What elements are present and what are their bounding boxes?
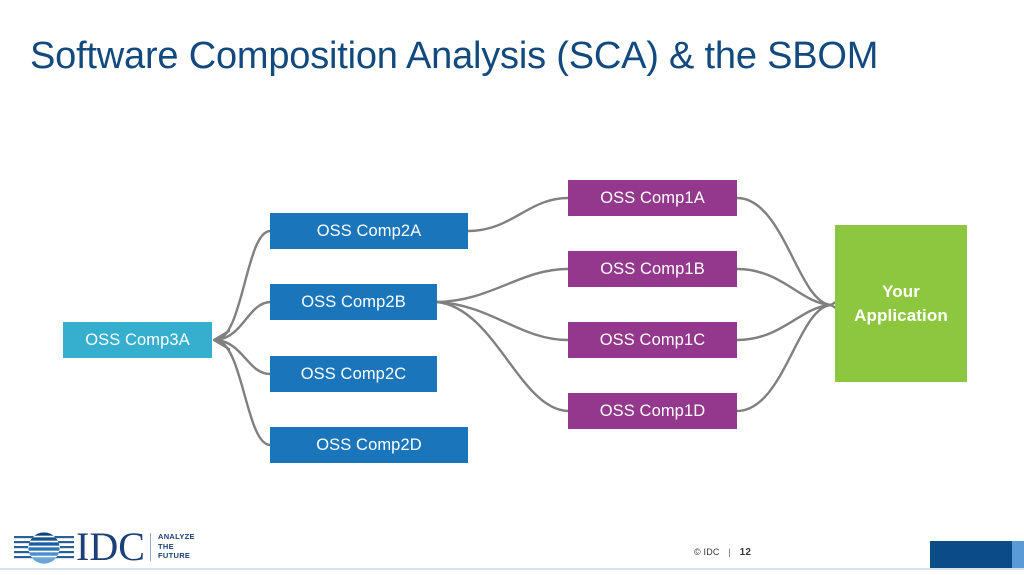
node-oss-comp3a[interactable]: OSS Comp3A (63, 322, 212, 358)
edge-comp2b-comp1b (435, 267, 570, 304)
node-label: OSS Comp2B (301, 292, 406, 311)
corner-accent-dark (930, 541, 1012, 568)
tagline-line2: THE (158, 541, 174, 551)
edge-comp1d-application (735, 303, 833, 413)
node-oss-comp2c[interactable]: OSS Comp2C (270, 356, 437, 392)
logo-divider (150, 533, 151, 561)
footer-corner-accent (930, 541, 1024, 568)
edge-comp1a-application (735, 196, 833, 307)
footer-copyright: © IDC | 12 (694, 547, 751, 558)
sca-dependency-diagram: OSS Comp3A OSS Comp2A OSS Comp2B OSS Com… (0, 0, 1024, 520)
node-oss-comp1d[interactable]: OSS Comp1D (568, 393, 737, 429)
node-oss-comp1b[interactable]: OSS Comp1B (568, 251, 737, 287)
edge-comp1c-application (735, 303, 833, 342)
idc-logo: IDC ANALYZE THE FUTURE (14, 524, 199, 569)
idc-wordmark: IDC (76, 524, 145, 569)
idc-globe-icon (14, 532, 74, 564)
node-label: OSS Comp2A (316, 221, 422, 240)
tagline-line1: ANALYZE (158, 532, 195, 541)
node-oss-comp2a[interactable]: OSS Comp2A (270, 213, 468, 249)
edge-comp2b-comp1d (435, 300, 570, 413)
corner-accent-light (1012, 541, 1024, 568)
edge-comp2a-comp1a (466, 196, 570, 233)
footer-divider (0, 568, 1024, 570)
node-label: OSS Comp1D (599, 401, 706, 420)
node-label: OSS Comp2C (300, 364, 407, 383)
node-label: OSS Comp1C (599, 330, 706, 349)
application-label-line2: Application (854, 305, 948, 325)
node-label: OSS Comp1B (600, 259, 705, 278)
node-oss-comp2b[interactable]: OSS Comp2B (270, 284, 437, 320)
node-oss-comp2d[interactable]: OSS Comp2D (270, 427, 468, 463)
node-your-application[interactable]: Your Application (835, 225, 967, 382)
node-label: OSS Comp1A (600, 188, 705, 207)
slide: Software Composition Analysis (SCA) & th… (0, 0, 1024, 575)
tagline-line3: FUTURE (158, 551, 191, 560)
idc-tagline: ANALYZE THE FUTURE (158, 532, 195, 561)
copyright-text: © IDC (694, 547, 720, 557)
page-number: 12 (739, 547, 752, 558)
application-label-line1: Your (882, 281, 920, 301)
edge-comp1b-application (735, 267, 833, 307)
footer-separator: | (728, 547, 731, 557)
node-oss-comp1c[interactable]: OSS Comp1C (568, 322, 737, 358)
node-label: OSS Comp2D (316, 435, 422, 454)
node-oss-comp1a[interactable]: OSS Comp1A (568, 180, 737, 216)
node-label: OSS Comp3A (85, 330, 190, 349)
